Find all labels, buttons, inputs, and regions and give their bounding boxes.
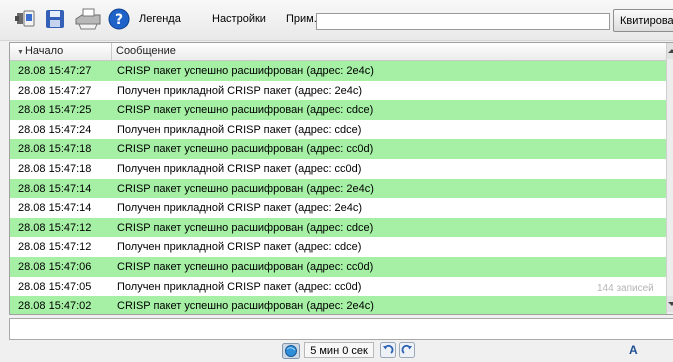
row-message: Получен прикладной CRISP пакет (адрес: c… xyxy=(117,123,362,136)
table-row[interactable]: 28.08 15:47:14 Получен прикладной CRISP п… xyxy=(10,198,666,218)
column-header-message[interactable]: Сообщение xyxy=(116,45,176,57)
table-row[interactable]: 28.08 15:47:18 CRISP пакет успешно расшиф… xyxy=(10,139,666,159)
save-icon[interactable] xyxy=(42,6,68,32)
globe-icon[interactable] xyxy=(282,343,300,359)
row-message: Получен прикладной CRISP пакет (адрес: 2… xyxy=(117,202,363,215)
acknowledge-button[interactable]: Квитировать xyxy=(613,9,673,32)
redo-icon[interactable] xyxy=(399,342,415,358)
note-input[interactable] xyxy=(316,13,610,30)
row-time: 28.08 15:47:14 xyxy=(18,202,92,215)
table-row[interactable]: 28.08 15:47:25 CRISP пакет успешно расшиф… xyxy=(10,100,666,120)
events-table: ▼Начало Сообщение 28.08 15:47:27 CRISP па… xyxy=(9,42,673,315)
status-bar: 5 мин 0 сек A xyxy=(0,340,673,361)
table-row[interactable]: 28.08 15:47:27 Получен прикладной CRISP п… xyxy=(10,81,666,101)
table-row[interactable]: 28.08 15:47:14 CRISP пакет успешно расшиф… xyxy=(10,178,666,199)
details-panel[interactable] xyxy=(9,318,673,340)
column-start-label: Начало xyxy=(24,45,64,57)
undo-icon[interactable] xyxy=(380,342,396,358)
legend-button[interactable]: Легенда xyxy=(139,13,181,25)
note-label: Прим. xyxy=(286,13,317,25)
row-message: CRISP пакет успешно расшифрован (адрес: … xyxy=(117,221,374,234)
record-count: 144 записей xyxy=(597,283,654,294)
table-header: ▼Начало Сообщение xyxy=(10,43,666,61)
row-time: 28.08 15:47:05 xyxy=(18,280,92,293)
toolbar: ? Легенда Настройки Прим. Квитировать xyxy=(0,0,673,41)
table-row[interactable]: 28.08 15:47:27 CRISP пакет успешно расшиф… xyxy=(10,61,666,81)
table-row[interactable]: 28.08 15:47:12 Получен прикладной CRISP п… xyxy=(10,237,666,257)
help-icon[interactable]: ? xyxy=(106,6,132,32)
font-indicator: A xyxy=(629,343,638,357)
row-message: CRISP пакет успешно расшифрован (адрес: … xyxy=(117,143,374,156)
svg-text:?: ? xyxy=(115,12,123,28)
row-time: 28.08 15:47:27 xyxy=(18,84,92,97)
row-time: 28.08 15:47:12 xyxy=(18,241,92,254)
row-time: 28.08 15:47:27 xyxy=(18,65,92,77)
refresh-interval[interactable]: 5 мин 0 сек xyxy=(304,342,374,358)
table-row[interactable]: 28.08 15:47:18 Получен прикладной CRISP п… xyxy=(10,159,666,179)
row-message: Получен прикладной CRISP пакет (адрес: c… xyxy=(117,241,362,254)
row-time: 28.08 15:47:18 xyxy=(18,143,92,156)
row-message: Получен прикладной CRISP пакет (адрес: c… xyxy=(117,163,362,175)
table-row[interactable]: 28.08 15:47:06 CRISP пакет успешно расшиф… xyxy=(10,257,666,277)
row-message: CRISP пакет успешно расшифрован (адрес: … xyxy=(117,261,374,273)
scroll-down-button[interactable] xyxy=(667,296,673,312)
row-time: 28.08 15:47:14 xyxy=(18,182,92,195)
row-message: Получен прикладной CRISP пакет (адрес: 2… xyxy=(117,84,363,97)
row-time: 28.08 15:47:12 xyxy=(18,221,92,234)
scroll-up-button[interactable] xyxy=(667,43,673,59)
settings-button[interactable]: Настройки xyxy=(212,13,266,25)
export-icon[interactable] xyxy=(13,6,39,32)
row-time: 28.08 15:47:02 xyxy=(18,300,92,313)
column-header-start[interactable]: ▼Начало xyxy=(10,43,112,60)
row-message: CRISP пакет успешно расшифрован (адрес: … xyxy=(117,182,374,195)
row-message: CRISP пакет успешно расшифрован (адрес: … xyxy=(117,65,374,77)
row-message: CRISP пакет успешно расшифрован (адрес: … xyxy=(117,300,374,313)
row-time: 28.08 15:47:18 xyxy=(18,163,92,175)
table-row[interactable]: 28.08 15:47:05 Получен прикладной CRISP п… xyxy=(10,277,666,297)
table-row[interactable]: 28.08 15:47:12 CRISP пакет успешно расшиф… xyxy=(10,217,666,238)
row-message: Получен прикладной CRISP пакет (адрес: c… xyxy=(117,280,362,293)
row-time: 28.08 15:47:06 xyxy=(18,261,92,273)
row-message: CRISP пакет успешно расшифрован (адрес: … xyxy=(117,104,374,117)
table-row[interactable]: 28.08 15:47:24 Получен прикладной CRISP п… xyxy=(10,120,666,140)
sort-desc-icon: ▼ xyxy=(17,49,24,56)
row-time: 28.08 15:47:24 xyxy=(18,123,92,136)
table-row[interactable]: 28.08 15:47:02 CRISP пакет успешно расшиф… xyxy=(10,296,666,314)
row-time: 28.08 15:47:25 xyxy=(18,104,92,117)
print-icon[interactable] xyxy=(73,6,101,32)
vertical-scrollbar[interactable] xyxy=(666,43,673,314)
